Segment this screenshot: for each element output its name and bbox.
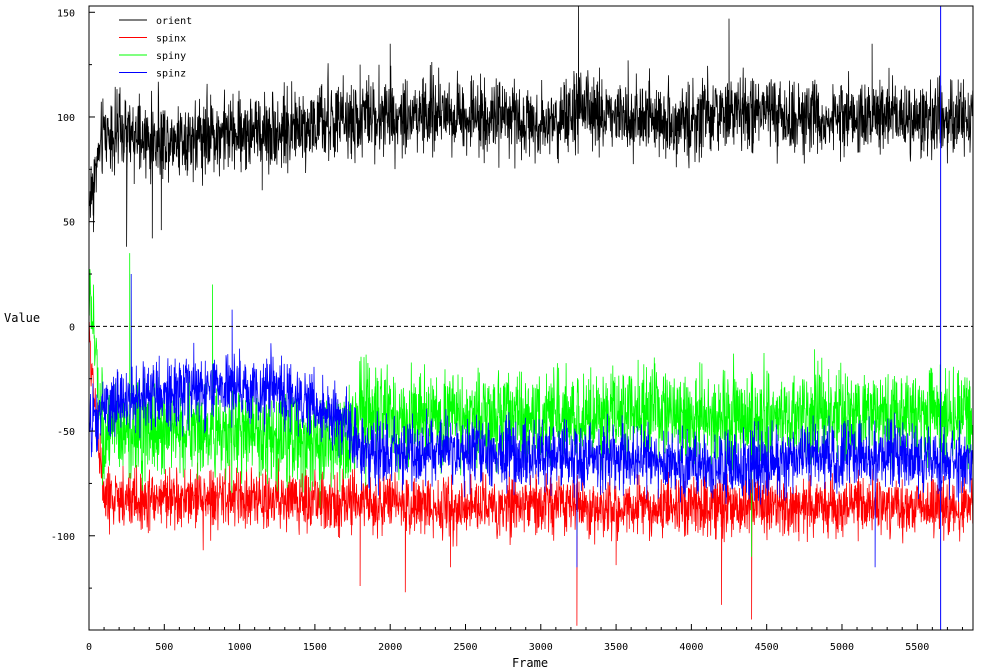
x-tick-label: 2000 (378, 642, 402, 653)
legend-label-spiny: spiny (156, 51, 186, 62)
x-tick-label: 4500 (755, 642, 779, 653)
x-tick-label: 1000 (228, 642, 252, 653)
x-tick-label: 3000 (529, 642, 553, 653)
x-axis-title: Frame (512, 656, 548, 670)
y-tick-label: -50 (57, 427, 75, 438)
x-tick-label: 0 (86, 642, 92, 653)
x-tick-label: 500 (155, 642, 173, 653)
y-tick-label: 150 (57, 8, 75, 19)
y-axis-title: Value (4, 311, 40, 325)
x-tick-label: 5500 (905, 642, 929, 653)
x-tick-label: 1500 (303, 642, 327, 653)
legend-label-spinz: spinz (156, 69, 186, 80)
line-chart: 0 500 1000 1500 2000 2500 3000 3500 4000 4500 5000… (0, 0, 981, 672)
y-tick-label: 50 (63, 218, 75, 229)
y-tick-label: -100 (51, 532, 75, 543)
x-tick-label: 2500 (453, 642, 477, 653)
legend-label-spinx: spinx (156, 34, 186, 45)
y-tick-label: 0 (69, 322, 75, 333)
x-tick-label: 4000 (679, 642, 703, 653)
x-tick-label: 3500 (604, 642, 628, 653)
legend-label-orient: orient (156, 16, 192, 27)
x-tick-label: 5000 (830, 642, 854, 653)
y-tick-label: 100 (57, 113, 75, 124)
